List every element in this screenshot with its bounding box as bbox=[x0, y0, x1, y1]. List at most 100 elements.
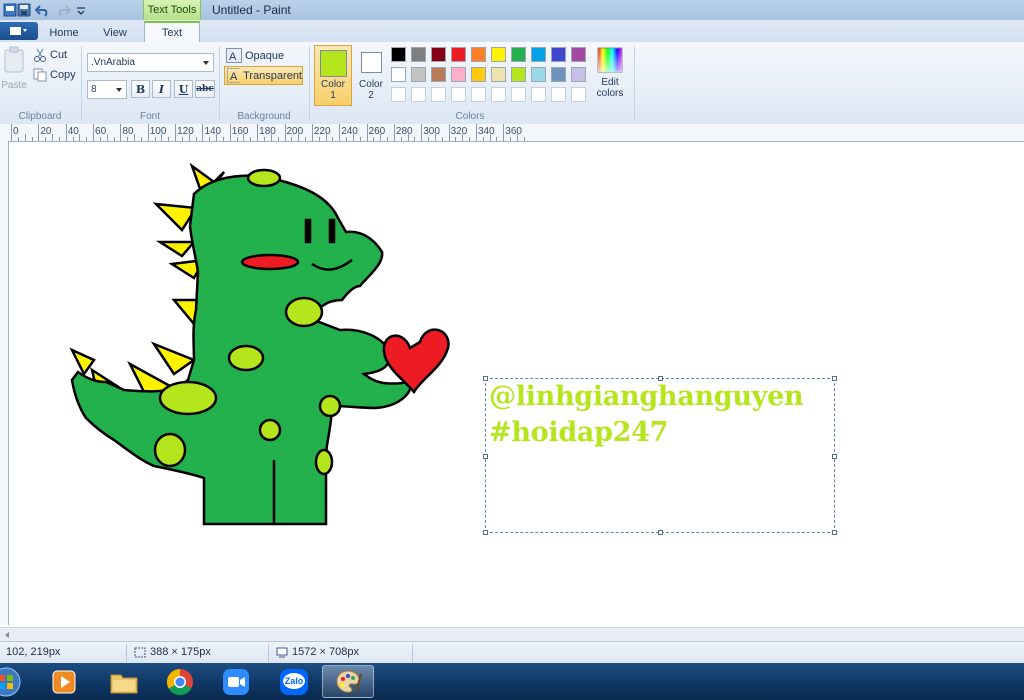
ruler-label: 40 bbox=[67, 126, 79, 137]
palette-swatch-empty[interactable] bbox=[571, 87, 586, 102]
ruler-minor-tick bbox=[277, 137, 279, 141]
color1-button[interactable]: Color 1 bbox=[314, 45, 352, 106]
canvas-text-line2[interactable]: #hoidap247 bbox=[489, 417, 668, 448]
resize-handle[interactable] bbox=[658, 376, 663, 381]
drawing-canvas[interactable]: @linhgianghanguyen #hoidap247 bbox=[9, 142, 1024, 627]
tab-home[interactable]: Home bbox=[44, 23, 84, 42]
palette-swatch[interactable] bbox=[411, 47, 426, 62]
palette-swatch[interactable] bbox=[571, 67, 586, 82]
palette-swatch[interactable] bbox=[551, 47, 566, 62]
italic-button[interactable]: I bbox=[152, 80, 171, 98]
font-family-select[interactable]: .VnArabia bbox=[87, 53, 214, 72]
opaque-button[interactable]: A Opaque bbox=[226, 48, 284, 63]
palette-swatch-empty[interactable] bbox=[491, 87, 506, 102]
palette-swatch[interactable] bbox=[491, 47, 506, 62]
palette-swatch[interactable] bbox=[571, 47, 586, 62]
palette-swatch-empty[interactable] bbox=[391, 87, 406, 102]
scroll-left-icon[interactable] bbox=[3, 631, 11, 639]
taskbar-paint[interactable] bbox=[322, 665, 374, 698]
image-size-icon bbox=[276, 647, 288, 657]
resize-handle[interactable] bbox=[483, 376, 488, 381]
palette-swatch-empty[interactable] bbox=[531, 87, 546, 102]
ruler-label: 140 bbox=[204, 126, 222, 137]
palette-swatch[interactable] bbox=[511, 47, 526, 62]
palette-swatch[interactable] bbox=[451, 47, 466, 62]
palette-swatch[interactable] bbox=[471, 47, 486, 62]
copy-label: Copy bbox=[50, 69, 76, 81]
ruler-label: 340 bbox=[477, 126, 495, 137]
palette-swatch[interactable] bbox=[531, 47, 546, 62]
ruler-label: 20 bbox=[40, 126, 52, 137]
paste-icon bbox=[4, 46, 24, 73]
palette-swatch[interactable] bbox=[431, 67, 446, 82]
taskbar-media-player[interactable] bbox=[38, 665, 90, 698]
color2-label-line1: Color bbox=[359, 79, 383, 90]
palette-swatch[interactable] bbox=[391, 67, 406, 82]
ruler-minor-tick bbox=[243, 134, 245, 141]
title-bar: Text Tools Untitled - Paint bbox=[0, 0, 1024, 20]
status-bar: 102, 219px 388 × 175px 1572 × 708px bbox=[0, 641, 1024, 664]
paste-button[interactable]: Paste bbox=[0, 46, 28, 94]
taskbar-zalo[interactable]: Zalo bbox=[268, 665, 320, 698]
windows-taskbar: Zalo bbox=[0, 663, 1024, 700]
ruler-major-tick bbox=[175, 124, 177, 141]
resize-handle[interactable] bbox=[658, 530, 663, 535]
palette-swatch[interactable] bbox=[531, 67, 546, 82]
start-button[interactable] bbox=[0, 665, 26, 698]
taskbar-chrome[interactable] bbox=[154, 665, 206, 698]
color2-button[interactable]: Color 2 bbox=[356, 45, 386, 106]
ruler-minor-tick bbox=[298, 134, 300, 141]
image-size-value: 1572 × 708px bbox=[292, 646, 359, 658]
resize-handle[interactable] bbox=[832, 454, 837, 459]
customize-qat-icon[interactable] bbox=[73, 2, 89, 18]
group-divider bbox=[309, 46, 310, 120]
font-size-value: 8 bbox=[91, 84, 97, 95]
palette-swatch[interactable] bbox=[551, 67, 566, 82]
palette-swatch-empty[interactable] bbox=[451, 87, 466, 102]
ruler-minor-tick bbox=[270, 134, 272, 141]
canvas-text-line1[interactable]: @linhgianghanguyen bbox=[489, 381, 804, 412]
ruler-minor-tick bbox=[24, 134, 26, 141]
ruler-major-tick bbox=[503, 124, 505, 141]
taskbar-file-explorer[interactable] bbox=[98, 665, 150, 698]
redo-icon[interactable] bbox=[55, 2, 71, 18]
horizontal-scrollbar[interactable] bbox=[0, 627, 1024, 642]
strikethrough-button[interactable]: abc bbox=[195, 80, 215, 98]
palette-swatch[interactable] bbox=[491, 67, 506, 82]
ruler-minor-tick bbox=[127, 137, 129, 141]
ruler-label: 300 bbox=[423, 126, 440, 137]
palette-swatch-empty[interactable] bbox=[511, 87, 526, 102]
underline-button[interactable]: U bbox=[174, 80, 193, 98]
undo-icon[interactable] bbox=[35, 2, 51, 18]
palette-swatch[interactable] bbox=[391, 47, 406, 62]
tab-text[interactable]: Text bbox=[144, 21, 200, 42]
color1-swatch bbox=[319, 50, 347, 77]
palette-swatch[interactable] bbox=[511, 67, 526, 82]
palette-swatch[interactable] bbox=[431, 47, 446, 62]
palette-swatch[interactable] bbox=[411, 67, 426, 82]
edit-colors-button[interactable]: Edit colors bbox=[594, 45, 626, 106]
palette-swatch-empty[interactable] bbox=[471, 87, 486, 102]
palette-swatch-empty[interactable] bbox=[431, 87, 446, 102]
tab-view[interactable]: View bbox=[94, 23, 136, 42]
taskbar-zoom[interactable] bbox=[210, 665, 262, 698]
font-size-select[interactable]: 8 bbox=[87, 80, 127, 99]
bold-button[interactable]: B bbox=[131, 80, 150, 98]
palette-swatch[interactable] bbox=[451, 67, 466, 82]
resize-handle[interactable] bbox=[832, 376, 837, 381]
font-group-label: Font bbox=[139, 111, 160, 122]
save-icon[interactable] bbox=[16, 2, 32, 18]
transparent-button[interactable]: A Transparent bbox=[224, 66, 303, 85]
copy-button[interactable]: Copy bbox=[33, 68, 76, 82]
resize-handle[interactable] bbox=[483, 530, 488, 535]
ruler-minor-tick bbox=[106, 134, 108, 141]
resize-handle[interactable] bbox=[832, 530, 837, 535]
selection-size: 388 × 175px bbox=[134, 646, 211, 658]
palette-swatch[interactable] bbox=[471, 67, 486, 82]
paint-menu-button[interactable] bbox=[0, 22, 38, 40]
palette-swatch-empty[interactable] bbox=[551, 87, 566, 102]
cut-button[interactable]: Cut bbox=[33, 48, 67, 62]
resize-handle[interactable] bbox=[483, 454, 488, 459]
text-selection-box[interactable]: @linhgianghanguyen #hoidap247 bbox=[483, 376, 837, 535]
palette-swatch-empty[interactable] bbox=[411, 87, 426, 102]
